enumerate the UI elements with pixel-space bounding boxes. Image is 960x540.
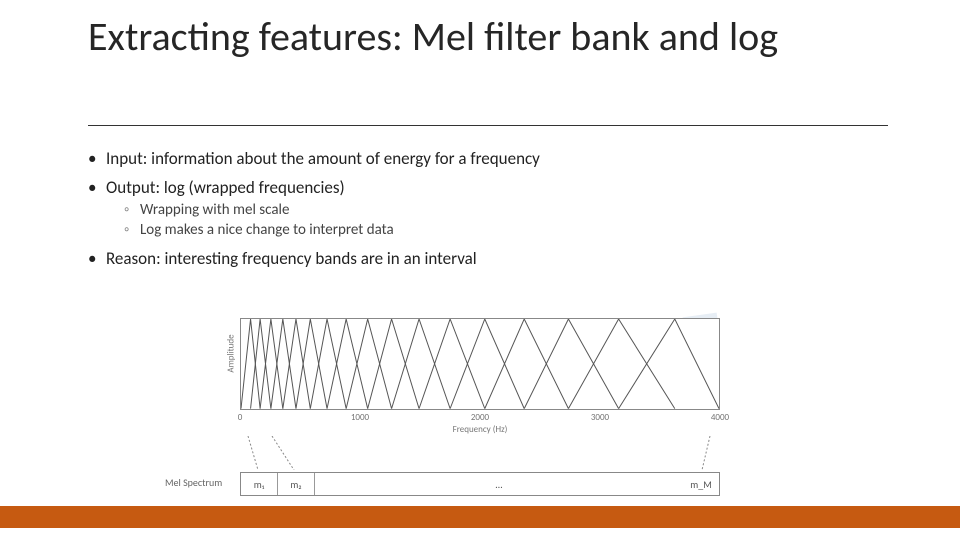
title-underline bbox=[88, 125, 888, 126]
mel-spectrum-label: Mel Spectrum bbox=[165, 476, 222, 489]
slide-body: Input: information about the amount of e… bbox=[88, 140, 888, 275]
mel-bin-ellipsis: … bbox=[315, 478, 683, 491]
xtick-2000: 2000 bbox=[471, 412, 489, 423]
triangle-filters-svg bbox=[241, 319, 719, 409]
subbullet-log: Log makes a nice change to interpret dat… bbox=[106, 221, 888, 240]
xtick-4000: 4000 bbox=[711, 412, 729, 423]
xtick-0: 0 bbox=[238, 412, 243, 423]
footer-accent-bar bbox=[0, 506, 960, 528]
mel-spectrum-bar: Mel Spectrum m₁ m₂ … m_M bbox=[240, 472, 720, 496]
bullet-output: Output: log (wrapped frequencies) Wrappi… bbox=[88, 177, 888, 240]
slide-title: Extracting features: Mel filter bank and… bbox=[88, 14, 888, 60]
bullet-input: Input: information about the amount of e… bbox=[88, 148, 888, 169]
xtick-3000: 3000 bbox=[591, 412, 609, 423]
x-axis-label: Frequency (Hz) bbox=[453, 424, 508, 435]
y-axis-label: Amplitude bbox=[226, 334, 237, 372]
lead-lines-svg bbox=[240, 436, 720, 470]
filter-bank-plot bbox=[240, 318, 720, 410]
subbullet-mel-scale: Wrapping with mel scale bbox=[106, 201, 888, 220]
mel-filter-figure: RAF Amplitude 0 1000 2000 3000 4000 Freq… bbox=[240, 318, 720, 496]
mel-bin-1: m₁ bbox=[241, 473, 278, 495]
mel-bin-2: m₂ bbox=[278, 473, 315, 495]
bullet-output-text: Output: log (wrapped frequencies) bbox=[106, 177, 345, 198]
xtick-1000: 1000 bbox=[351, 412, 369, 423]
x-axis: 0 1000 2000 3000 4000 Frequency (Hz) bbox=[240, 410, 720, 438]
bullet-reason: Reason: interesting frequency bands are … bbox=[88, 248, 888, 269]
mel-bin-M: m_M bbox=[683, 478, 719, 491]
